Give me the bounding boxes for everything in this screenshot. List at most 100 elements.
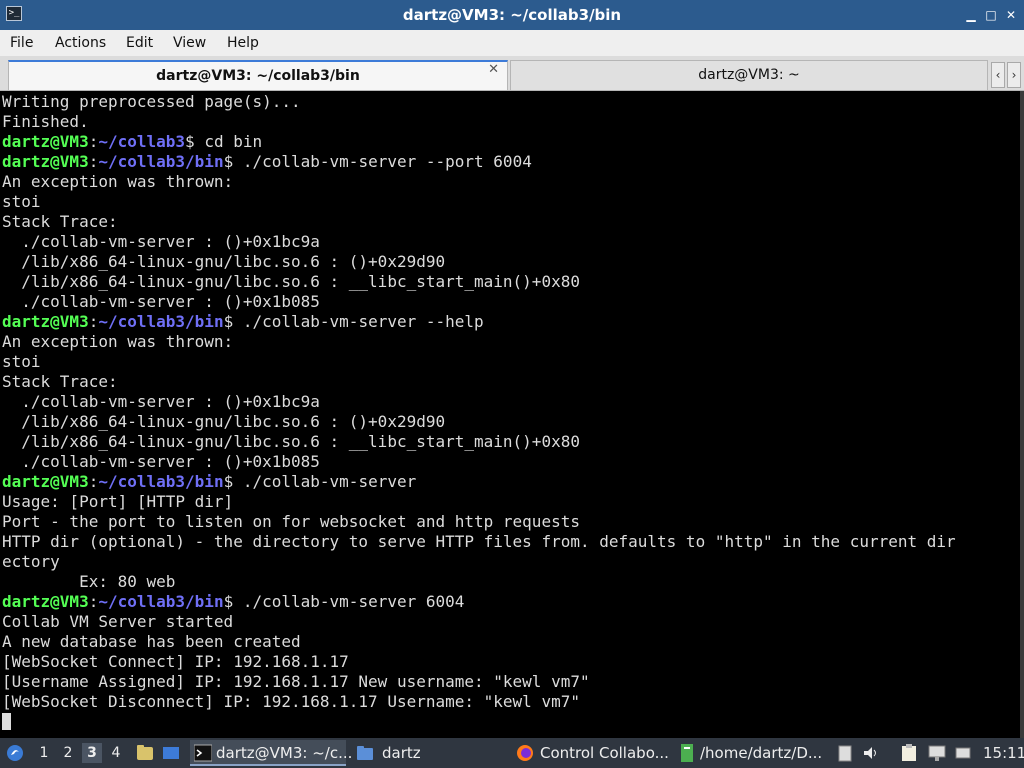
output-line: Stack Trace:: [2, 212, 118, 231]
volume-icon[interactable]: [862, 744, 880, 762]
prompt-user: dartz@VM3: [2, 472, 89, 491]
menu-view[interactable]: View: [173, 30, 206, 56]
terminal-window: >_ dartz@VM3: ~/collab3/bin ▁ □ ✕ File A…: [0, 0, 1024, 738]
tab-label: dartz@VM3: ~: [698, 67, 800, 83]
task-firefox[interactable]: Control Collabo...: [512, 740, 669, 766]
output-line: [WebSocket Connect] IP: 192.168.1.17: [2, 652, 349, 671]
command-text: ./collab-vm-server 6004: [242, 592, 465, 611]
tab-scroll-left-icon[interactable]: ‹: [991, 62, 1005, 88]
workspace-3[interactable]: 3: [82, 743, 102, 763]
output-line: /lib/x86_64-linux-gnu/libc.so.6 : ()+0x2…: [2, 412, 446, 431]
menu-help[interactable]: Help: [227, 30, 259, 56]
task-label: dartz@VM3: ~/c...: [216, 744, 353, 762]
prompt-directory: ~/collab3/bin: [98, 472, 224, 491]
command-text: ./collab-vm-server --port 6004: [242, 152, 532, 171]
window-titlebar[interactable]: >_ dartz@VM3: ~/collab3/bin ▁ □ ✕: [0, 0, 1024, 30]
output-line: Usage: [Port] [HTTP dir]: [2, 492, 234, 511]
command-text: ./collab-vm-server --help: [242, 312, 484, 331]
workspace-4[interactable]: 4: [106, 743, 126, 763]
menu-edit[interactable]: Edit: [126, 30, 153, 56]
output-line: HTTP dir (optional) - the directory to s…: [2, 532, 956, 551]
clock[interactable]: 15:11: [983, 738, 1024, 768]
prompt-line: dartz@VM3:~/collab3/bin$ ./collab-vm-ser…: [2, 472, 416, 492]
tab-scroll-right-icon[interactable]: ›: [1007, 62, 1021, 88]
clipboard-icon[interactable]: [836, 744, 854, 762]
task-file-manager[interactable]: dartz: [352, 740, 502, 766]
prompt-line: dartz@VM3:~/collab3$ cd bin: [2, 132, 262, 152]
output-line: [WebSocket Disconnect] IP: 192.168.1.17 …: [2, 692, 580, 711]
terminal-scrollbar[interactable]: [1020, 91, 1024, 738]
prompt-symbol: $: [223, 592, 243, 611]
output-line: A new database has been created: [2, 632, 301, 651]
window-title: dartz@VM3: ~/collab3/bin: [402, 6, 622, 24]
minimize-button[interactable]: ▁: [963, 7, 979, 23]
task-label: Control Collabo...: [540, 744, 669, 762]
output-line: /lib/x86_64-linux-gnu/libc.so.6 : __libc…: [2, 272, 580, 291]
file-manager-launcher-icon[interactable]: [136, 744, 154, 762]
command-text: ./collab-vm-server: [242, 472, 417, 491]
output-line: /lib/x86_64-linux-gnu/libc.so.6 : __libc…: [2, 432, 580, 451]
output-line: [Username Assigned] IP: 192.168.1.17 New…: [2, 672, 590, 691]
prompt-directory: ~/collab3/bin: [98, 152, 224, 171]
prompt-symbol: $: [185, 132, 205, 151]
command-text: cd bin: [204, 132, 263, 151]
prompt-separator: :: [88, 132, 99, 151]
tab-close-icon[interactable]: ✕: [488, 62, 499, 77]
maximize-button[interactable]: □: [983, 7, 999, 23]
text-editor-icon: [681, 744, 693, 762]
output-line: An exception was thrown:: [2, 332, 234, 351]
terminal-icon: [194, 744, 212, 762]
prompt-line: dartz@VM3:~/collab3/bin$ ./collab-vm-ser…: [2, 152, 532, 172]
network-icon[interactable]: [954, 744, 972, 762]
task-label: dartz: [382, 744, 421, 762]
output-line: stoi: [2, 192, 41, 211]
menu-actions[interactable]: Actions: [55, 30, 106, 56]
prompt-user: dartz@VM3: [2, 592, 89, 611]
menu-file[interactable]: File: [10, 30, 33, 56]
prompt-separator: :: [88, 592, 99, 611]
output-line: Stack Trace:: [2, 372, 118, 391]
output-line: ./collab-vm-server : ()+0x1b085: [2, 292, 320, 311]
prompt-line: dartz@VM3:~/collab3/bin$ ./collab-vm-ser…: [2, 312, 484, 332]
start-menu-icon[interactable]: [6, 744, 24, 762]
show-desktop-icon[interactable]: [162, 744, 180, 762]
firefox-icon: [517, 745, 533, 761]
output-line: /lib/x86_64-linux-gnu/libc.so.6 : ()+0x2…: [2, 252, 446, 271]
output-line: stoi: [2, 352, 41, 371]
close-button[interactable]: ✕: [1003, 7, 1019, 23]
output-line: Finished.: [2, 112, 89, 131]
prompt-user: dartz@VM3: [2, 132, 89, 151]
output-line: Ex: 80 web: [2, 572, 176, 591]
prompt-user: dartz@VM3: [2, 152, 89, 171]
output-line: ectory: [2, 552, 60, 571]
prompt-directory: ~/collab3/bin: [98, 592, 224, 611]
menu-bar: File Actions Edit View Help: [0, 30, 1024, 56]
output-line: Port - the port to listen on for websock…: [2, 512, 580, 531]
prompt-line: dartz@VM3:~/collab3/bin$ ./collab-vm-ser…: [2, 592, 464, 612]
prompt-separator: :: [88, 472, 99, 491]
display-icon[interactable]: [928, 744, 946, 762]
notes-icon[interactable]: [900, 744, 918, 762]
prompt-directory: ~/collab3: [98, 132, 186, 151]
prompt-user: dartz@VM3: [2, 312, 89, 331]
prompt-symbol: $: [223, 312, 243, 331]
task-label: /home/dartz/D...: [700, 744, 823, 762]
workspace-1[interactable]: 1: [34, 743, 54, 763]
task-terminal[interactable]: dartz@VM3: ~/c...: [190, 740, 352, 766]
tab-collab3-bin[interactable]: dartz@VM3: ~/collab3/bin ✕: [8, 60, 508, 90]
task-text-editor[interactable]: /home/dartz/D...: [674, 740, 824, 766]
tab-label: dartz@VM3: ~/collab3/bin: [156, 68, 360, 84]
terminal-output[interactable]: Writing preprocessed page(s)... Finished.…: [0, 91, 1020, 738]
output-line: Collab VM Server started: [2, 612, 234, 631]
taskbar: 1 2 3 4 dartz@VM3: ~/c... dartz Control …: [0, 738, 1024, 768]
workspace-2[interactable]: 2: [58, 743, 78, 763]
tab-home[interactable]: dartz@VM3: ~: [510, 60, 988, 90]
prompt-directory: ~/collab3/bin: [98, 312, 224, 331]
terminal-cursor-line: [2, 712, 11, 732]
output-line: ./collab-vm-server : ()+0x1bc9a: [2, 392, 320, 411]
output-line: ./collab-vm-server : ()+0x1b085: [2, 452, 320, 471]
terminal-cursor: [2, 713, 11, 730]
prompt-symbol: $: [223, 472, 243, 491]
prompt-separator: :: [88, 152, 99, 171]
output-line: An exception was thrown:: [2, 172, 234, 191]
